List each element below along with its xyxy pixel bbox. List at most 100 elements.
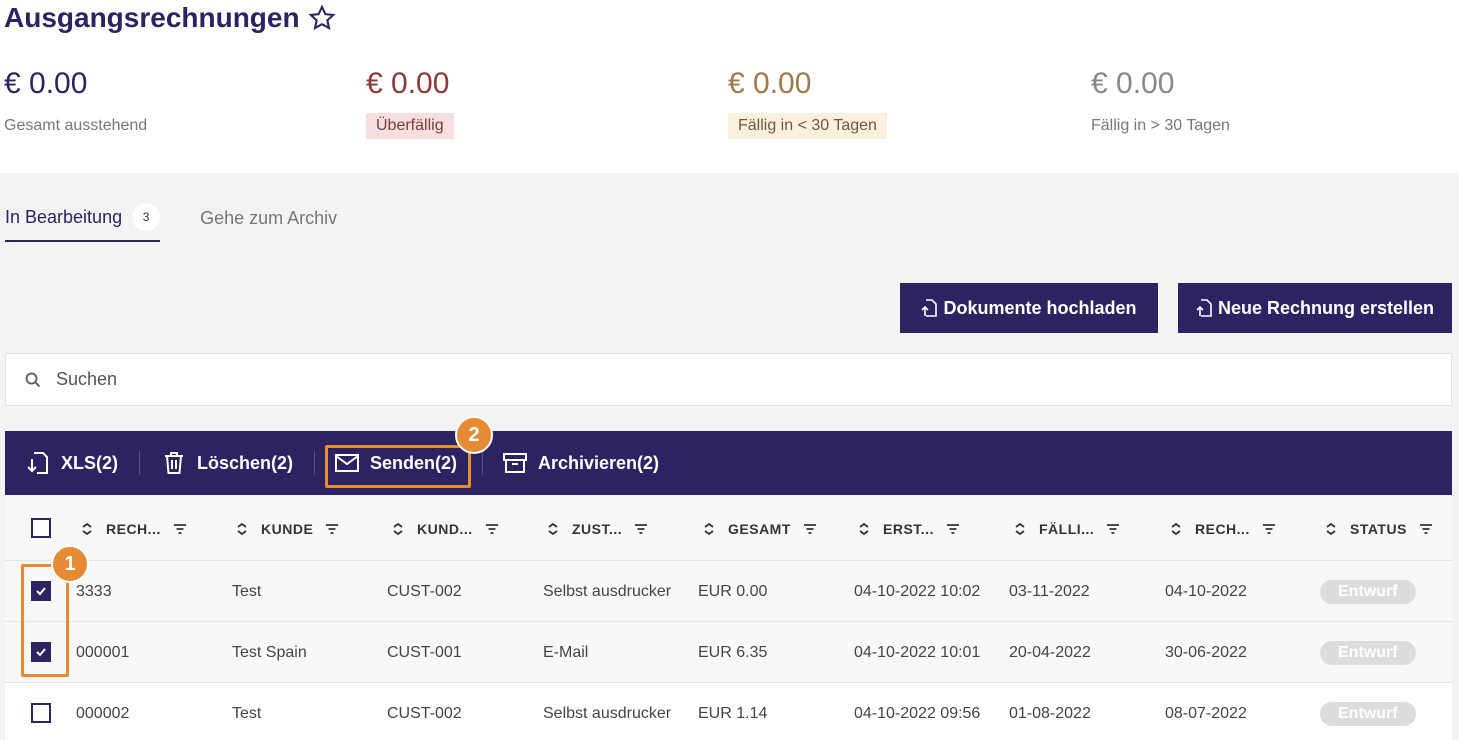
archive-button[interactable]: Archivieren(2) xyxy=(502,431,659,495)
upload-documents-button[interactable]: Dokumente hochladen xyxy=(900,283,1158,333)
create-invoice-button[interactable]: Neue Rechnung erstellen xyxy=(1178,283,1452,333)
column-header[interactable]: KUND... xyxy=(391,496,499,561)
kpi-due-gt-30: € 0.00 Fällig in > 30 Tagen xyxy=(1091,64,1230,139)
status-badge: Entwurf xyxy=(1320,701,1416,726)
kpi-amount: € 0.00 xyxy=(366,67,450,100)
cell-status: Entwurf xyxy=(1320,561,1416,622)
sort-icon[interactable] xyxy=(1169,522,1183,536)
export-xls-label: XLS(2) xyxy=(61,452,119,473)
download-icon xyxy=(27,452,48,474)
sort-icon[interactable] xyxy=(546,522,560,536)
column-header-label: STATUS xyxy=(1350,520,1407,537)
cell-invoice-date: 30-06-2022 xyxy=(1165,643,1247,661)
sort-icon[interactable] xyxy=(1324,522,1338,536)
delete-label: Löschen(2) xyxy=(197,452,294,473)
column-header[interactable]: ERST... xyxy=(857,496,960,561)
cell-customer: Test xyxy=(232,582,262,600)
column-header-label: ERST... xyxy=(883,520,934,537)
invoice-table: RECH... KUNDE KUND... ZUST... GESAMT ERS… xyxy=(5,496,1452,740)
cell-total: EUR 6.35 xyxy=(698,643,768,661)
cell-created: 04-10-2022 09:56 xyxy=(854,704,981,722)
kpi-label: Gesamt ausstehend xyxy=(4,117,148,134)
cell-customer: Test Spain xyxy=(232,643,307,661)
file-add-icon xyxy=(1196,299,1212,317)
tab-in-progress[interactable]: In Bearbeitung 3 xyxy=(5,198,161,242)
filter-icon[interactable] xyxy=(1262,522,1276,536)
tab-count-badge: 3 xyxy=(132,203,161,231)
page-title: Ausgangsrechnungen xyxy=(4,2,336,34)
filter-icon[interactable] xyxy=(1106,522,1120,536)
table-row[interactable]: 3333 Test CUST-002 Selbst ausdrucker EUR… xyxy=(5,561,1452,622)
create-invoice-label: Neue Rechnung erstellen xyxy=(1217,297,1435,318)
cell-customer-id: CUST-002 xyxy=(387,582,462,600)
send-highlight-frame xyxy=(325,445,471,488)
cell-created: 04-10-2022 10:02 xyxy=(854,582,981,600)
kpi-amount: € 0.00 xyxy=(728,67,812,100)
sort-icon[interactable] xyxy=(80,522,94,536)
column-header-label: KUNDE xyxy=(261,520,314,537)
search-input[interactable] xyxy=(56,369,1356,390)
kpi-amount: € 0.00 xyxy=(1091,67,1175,100)
status-badge: Entwurf xyxy=(1320,579,1416,604)
column-header[interactable]: RECH... xyxy=(80,496,187,561)
column-header[interactable]: KUNDE xyxy=(235,496,339,561)
sort-icon[interactable] xyxy=(391,522,405,536)
cell-due: 03-11-2022 xyxy=(1009,582,1090,600)
cell-customer: Test xyxy=(232,704,262,722)
file-upload-icon xyxy=(921,299,938,317)
filter-icon[interactable] xyxy=(946,522,960,536)
sort-icon[interactable] xyxy=(235,522,249,536)
sort-icon[interactable] xyxy=(702,522,716,536)
divider xyxy=(139,451,140,475)
archive-icon xyxy=(503,453,527,473)
column-header-label: GESAMT xyxy=(728,520,791,537)
cell-total: EUR 1.14 xyxy=(698,704,768,722)
filter-icon[interactable] xyxy=(485,522,499,536)
cell-customer-id: CUST-001 xyxy=(387,643,462,661)
divider xyxy=(482,451,483,475)
table-row[interactable]: 000001 Test Spain CUST-001 E-Mail EUR 6.… xyxy=(5,622,1452,683)
tab-label: In Bearbeitung xyxy=(5,206,123,227)
column-header[interactable]: GESAMT xyxy=(702,496,817,561)
column-header[interactable]: STATUS xyxy=(1324,496,1433,561)
cell-status: Entwurf xyxy=(1320,683,1416,740)
select-all-checkbox[interactable] xyxy=(31,518,51,538)
status-badge: Entwurf xyxy=(1320,640,1416,665)
filter-icon[interactable] xyxy=(173,522,187,536)
kpi-label: Fällig in < 30 Tagen xyxy=(728,113,887,139)
cell-created: 04-10-2022 10:01 xyxy=(854,643,981,661)
summary-panel: Ausgangsrechnungen € 0.00 Gesamt aussteh… xyxy=(0,0,1459,173)
tab-archive[interactable]: Gehe zum Archiv xyxy=(200,198,337,242)
step-marker-1: 1 xyxy=(51,545,89,583)
kpi-label: Überfällig xyxy=(366,113,454,139)
bulk-action-bar: XLS(2) Löschen(2) Senden(2) Archivieren(… xyxy=(5,431,1452,495)
search-icon xyxy=(25,372,41,387)
row-checkbox[interactable] xyxy=(31,703,51,723)
column-header-label: RECH... xyxy=(106,520,161,537)
sort-icon[interactable] xyxy=(857,522,871,536)
column-header-label: RECH... xyxy=(1195,520,1250,537)
cell-invoice-date: 04-10-2022 xyxy=(1165,582,1247,600)
column-header[interactable]: RECH... xyxy=(1169,496,1276,561)
search-bar xyxy=(5,353,1452,406)
star-icon[interactable] xyxy=(307,4,336,32)
cell-invoice-number: 000002 xyxy=(76,704,130,722)
cell-due: 20-04-2022 xyxy=(1009,643,1091,661)
delete-button[interactable]: Löschen(2) xyxy=(161,431,293,495)
column-header[interactable]: ZUST... xyxy=(546,496,648,561)
kpi-label: Fällig in > 30 Tagen xyxy=(1091,117,1230,134)
export-xls-button[interactable]: XLS(2) xyxy=(25,431,118,495)
table-row[interactable]: 000002 Test CUST-002 Selbst ausdrucker E… xyxy=(5,683,1452,740)
column-header-label: FÄLLI... xyxy=(1039,520,1095,537)
divider xyxy=(314,451,315,475)
cell-invoice-number: 000001 xyxy=(76,643,130,661)
cell-total: EUR 0.00 xyxy=(698,582,768,600)
filter-icon[interactable] xyxy=(325,522,339,536)
kpi-overdue: € 0.00 Überfällig xyxy=(366,64,454,139)
filter-icon[interactable] xyxy=(1419,522,1433,536)
column-header[interactable]: FÄLLI... xyxy=(1013,496,1120,561)
filter-icon[interactable] xyxy=(803,522,817,536)
kpi-due-lt-30: € 0.00 Fällig in < 30 Tagen xyxy=(728,64,887,139)
filter-icon[interactable] xyxy=(634,522,648,536)
sort-icon[interactable] xyxy=(1013,522,1027,536)
